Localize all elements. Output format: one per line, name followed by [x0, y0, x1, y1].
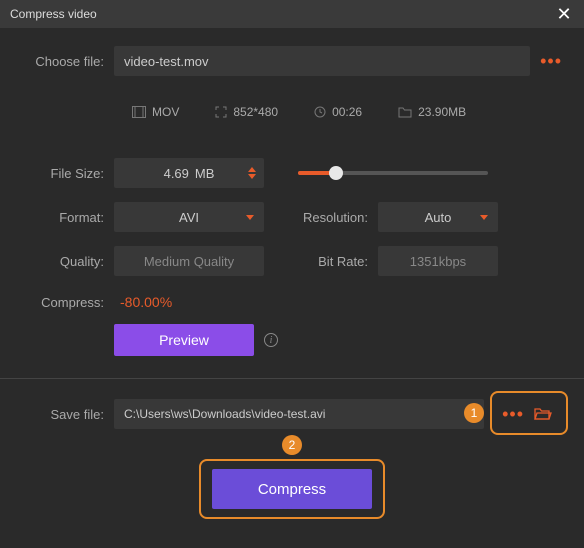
choose-file-browse-icon[interactable]: •••: [540, 52, 562, 70]
slider-thumb[interactable]: [329, 166, 343, 180]
save-file-label: Save file:: [22, 407, 114, 422]
meta-dimensions-value: 852*480: [233, 105, 278, 119]
quality-display: Medium Quality: [114, 246, 264, 276]
choose-file-label: Choose file:: [22, 54, 114, 69]
resolution-select[interactable]: Auto: [378, 202, 498, 232]
annotation-badge-1: 1: [464, 403, 484, 423]
film-icon: [132, 106, 146, 118]
chevron-down-icon[interactable]: [248, 174, 256, 179]
format-select[interactable]: AVI: [114, 202, 264, 232]
annotation-highlight-1: [490, 391, 568, 435]
quality-bitrate-row: Quality: Medium Quality Bit Rate: 1351kb…: [22, 246, 562, 276]
titlebar: Compress video ✕: [0, 0, 584, 28]
preview-button[interactable]: Preview: [114, 324, 254, 356]
meta-duration: 00:26: [296, 105, 380, 119]
bit-rate-label: Bit Rate:: [298, 254, 378, 269]
format-label: Format:: [22, 210, 114, 225]
chevron-down-icon: [480, 215, 488, 220]
resolution-label: Resolution:: [298, 210, 378, 225]
file-meta-row: MOV 852*480 00:26 23.90MB: [114, 90, 562, 134]
quality-value: Medium Quality: [144, 254, 234, 269]
window-title: Compress video: [10, 7, 97, 21]
meta-format-value: MOV: [152, 105, 179, 119]
folder-icon: [398, 107, 412, 118]
file-size-slider[interactable]: [298, 171, 488, 175]
bit-rate-display: 1351kbps: [378, 246, 498, 276]
bit-rate-value: 1351kbps: [410, 254, 466, 269]
format-resolution-row: Format: AVI Resolution: Auto: [22, 202, 562, 232]
compress-ratio-row: Compress: -80.00%: [22, 294, 562, 310]
file-size-input[interactable]: 4.69 MB: [114, 158, 264, 188]
choose-file-field[interactable]: video-test.mov: [114, 46, 530, 76]
file-size-stepper[interactable]: [248, 167, 256, 179]
filesize-row: File Size: 4.69 MB: [22, 158, 562, 188]
meta-dimensions: 852*480: [197, 105, 296, 119]
info-icon[interactable]: i: [264, 333, 278, 347]
file-size-unit: MB: [195, 166, 215, 181]
clock-icon: [314, 106, 326, 118]
resolution-value: Auto: [425, 210, 452, 225]
compress-ratio-label: Compress:: [22, 295, 114, 310]
compress-ratio-value: -80.00%: [120, 294, 172, 310]
annotation-highlight-2: [199, 459, 385, 519]
annotation-badge-2: 2: [282, 435, 302, 455]
format-value: AVI: [179, 210, 199, 225]
divider: [0, 378, 584, 379]
choose-file-row: Choose file: video-test.mov •••: [22, 46, 562, 76]
save-file-field[interactable]: C:\Users\ws\Downloads\video-test.avi: [114, 399, 484, 429]
meta-duration-value: 00:26: [332, 105, 362, 119]
content-area: Choose file: video-test.mov ••• MOV 852*…: [0, 28, 584, 548]
file-size-label: File Size:: [22, 166, 114, 181]
close-icon[interactable]: ✕: [552, 4, 576, 25]
meta-size-value: 23.90MB: [418, 105, 466, 119]
compress-video-window: Compress video ✕ Choose file: video-test…: [0, 0, 584, 548]
compress-button-row: Compress 2: [22, 469, 562, 533]
save-file-row: Save file: C:\Users\ws\Downloads\video-t…: [22, 399, 562, 429]
expand-icon: [215, 106, 227, 118]
meta-size: 23.90MB: [380, 105, 484, 119]
meta-format: MOV: [114, 105, 197, 119]
preview-row: Preview i: [114, 324, 562, 356]
chevron-up-icon[interactable]: [248, 167, 256, 172]
chevron-down-icon: [246, 215, 254, 220]
file-size-value: 4.69: [164, 166, 189, 181]
quality-label: Quality:: [22, 254, 114, 269]
